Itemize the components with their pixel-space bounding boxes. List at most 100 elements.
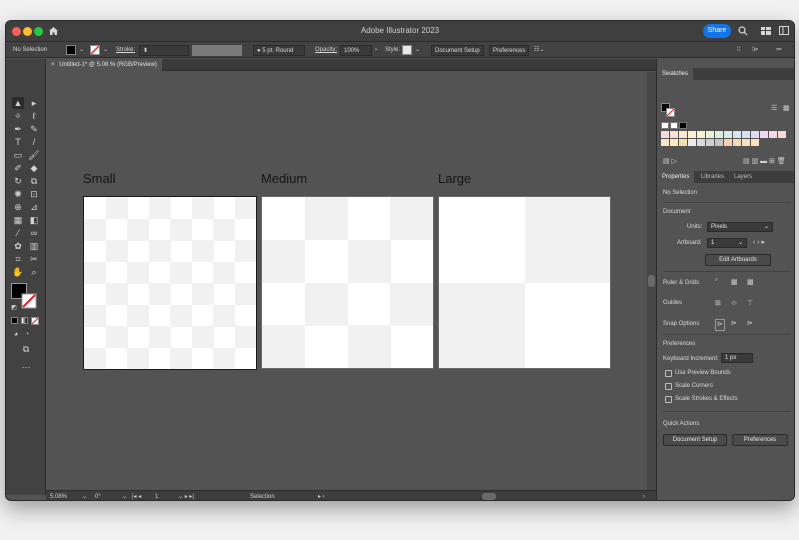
opacity-input[interactable]: 100% [340, 45, 372, 56]
swatch-item[interactable] [706, 131, 714, 138]
swatch-item[interactable] [688, 131, 696, 138]
swatch-item[interactable] [751, 131, 759, 138]
rectangle-tool-icon[interactable]: ▭ [12, 149, 24, 161]
scale-corners-checkbox[interactable] [665, 383, 672, 390]
selection-tool-icon[interactable]: ▲ [12, 97, 24, 109]
swatch-item[interactable] [670, 131, 678, 138]
tab-layers[interactable]: Layers [729, 171, 757, 183]
swatch-item[interactable] [733, 139, 741, 146]
arrange-icon[interactable]: ☷⌄ [534, 45, 544, 56]
current-tool-status[interactable]: Selection [250, 492, 275, 500]
gradient-mode-icon[interactable] [21, 317, 28, 324]
warp-tool-icon[interactable]: ✺ [12, 188, 24, 200]
show-guides-icon[interactable]: ⊞ [715, 299, 721, 309]
swatch-item[interactable] [742, 139, 750, 146]
document-setup-button[interactable]: Document Setup [431, 45, 484, 56]
smart-guides-icon[interactable]: ⊹ [731, 299, 737, 309]
swatch-item[interactable] [661, 122, 669, 129]
swatch-item[interactable] [715, 139, 723, 146]
swatch-item[interactable] [778, 131, 786, 138]
artboard-large[interactable] [438, 196, 611, 369]
stroke-label[interactable]: Stroke: [116, 45, 135, 56]
swatch-item[interactable] [679, 131, 687, 138]
magic-wand-tool-icon[interactable]: ✧ [12, 110, 24, 122]
stroke-none-swatch[interactable] [90, 45, 100, 55]
edit-artboards-button[interactable]: Edit Artboards [705, 254, 771, 266]
transparency-grid-icon[interactable]: ▩ [747, 278, 754, 288]
artboard-chevron-icon[interactable]: ⌄ ▸ ▸| [178, 492, 194, 500]
swatch-item[interactable] [706, 139, 714, 146]
units-select[interactable]: Pixels ⌄ [707, 222, 773, 232]
grid-view-icon[interactable]: ▦ [783, 104, 790, 114]
preferences-button[interactable]: Preferences [489, 45, 530, 56]
tab-properties[interactable]: Properties [657, 171, 695, 183]
snap-to-pixel-icon[interactable]: ⊳ [747, 319, 753, 329]
variable-width-profile[interactable] [192, 45, 242, 56]
eraser-tool-icon[interactable]: ◆ [28, 162, 40, 174]
swatch-item[interactable] [715, 131, 723, 138]
artboard-number[interactable]: 1 [155, 492, 158, 500]
swatch-item[interactable] [760, 131, 768, 138]
swatch-item[interactable] [751, 139, 759, 146]
lasso-tool-icon[interactable]: ℓ [28, 110, 40, 122]
brush-definition-dropdown[interactable]: ● 5 pt. Round [253, 45, 305, 56]
horizontal-scroll-thumb[interactable] [482, 493, 496, 500]
swatch-item[interactable] [742, 131, 750, 138]
draw-inside-icon[interactable]: ◔ [21, 329, 33, 341]
use-preview-bounds-checkbox[interactable] [665, 370, 672, 377]
vertical-scrollbar[interactable] [647, 72, 656, 490]
zoom-level[interactable]: 5.08% [50, 492, 67, 500]
swatch-item[interactable] [661, 131, 669, 138]
rotation-chevron-icon[interactable]: ⌄ [122, 492, 127, 500]
opacity-label[interactable]: Opacity: [315, 45, 337, 56]
shaper-tool-icon[interactable]: ✐ [12, 162, 24, 174]
swatch-item[interactable] [661, 139, 669, 146]
snap-to-point-icon[interactable]: ⊳ [715, 319, 725, 331]
swatch-item[interactable] [724, 131, 732, 138]
swatch-item[interactable] [670, 139, 678, 146]
transform-icon[interactable]: ⁞⊳ [752, 45, 759, 56]
ruler-icon[interactable]: ⌜ [715, 278, 718, 288]
scale-tool-icon[interactable]: ⧉ [28, 175, 40, 187]
paintbrush-tool-icon[interactable]: 🖌 [28, 149, 40, 161]
graphic-style-swatch[interactable] [402, 45, 412, 55]
artboard-medium[interactable] [261, 196, 434, 369]
pen-tool-icon[interactable]: ✒ [12, 123, 24, 135]
swatches-tab[interactable]: Swatches [657, 68, 694, 80]
line-tool-icon[interactable]: / [28, 136, 40, 148]
mesh-tool-icon[interactable]: ▦ [12, 214, 24, 226]
workspace-switcher-icon[interactable] [761, 27, 771, 35]
swatch-item[interactable] [670, 122, 678, 129]
free-transform-tool-icon[interactable]: ⊡ [28, 188, 40, 200]
quick-document-setup-button[interactable]: Document Setup [663, 434, 727, 446]
stroke-color-large-swatch[interactable] [21, 293, 37, 309]
swatch-stroke[interactable] [666, 108, 675, 117]
canvas-area[interactable]: Small Medium Large [46, 72, 656, 490]
swatch-item[interactable] [697, 139, 705, 146]
tab-libraries[interactable]: Libraries [696, 171, 729, 183]
keyboard-increment-input[interactable]: 1 px [721, 353, 753, 363]
panel-menu-icon[interactable]: ≔ [776, 45, 782, 56]
rotate-tool-icon[interactable]: ↻ [12, 175, 24, 187]
status-arrow-icon[interactable]: ▸ ‹ [318, 492, 325, 500]
scale-strokes-checkbox[interactable] [665, 396, 672, 403]
type-tool-icon[interactable]: T [12, 136, 24, 148]
more-tools-icon[interactable]: ⋯ [20, 361, 32, 373]
snap-to-grid-icon[interactable]: ⊳ [731, 319, 737, 329]
hand-tool-icon[interactable]: ✋ [12, 266, 24, 278]
swatch-item[interactable] [733, 131, 741, 138]
shape-builder-tool-icon[interactable]: ⊕ [12, 201, 24, 213]
share-button[interactable]: Share [703, 24, 731, 38]
symbol-sprayer-tool-icon[interactable]: ✿ [12, 240, 24, 252]
lock-guides-icon[interactable]: ⊤ [747, 299, 753, 309]
slice-tool-icon[interactable]: ✂ [28, 253, 40, 265]
swatch-item[interactable] [688, 139, 696, 146]
perspective-grid-tool-icon[interactable]: ⊿ [28, 201, 40, 213]
eyedropper-tool-icon[interactable]: ⁄ [12, 227, 24, 239]
style-chevron-down-icon[interactable]: ⌄ [415, 45, 420, 56]
document-tab[interactable]: × Untitled-1* @ 5.08 % (RGB/Preview) [46, 59, 162, 71]
none-mode-icon[interactable] [31, 317, 39, 325]
artboard-nav-arrows-icon[interactable]: ‹ › ▸ [753, 238, 765, 248]
artboard-small[interactable] [83, 196, 257, 370]
blend-tool-icon[interactable]: ∞ [28, 227, 40, 239]
